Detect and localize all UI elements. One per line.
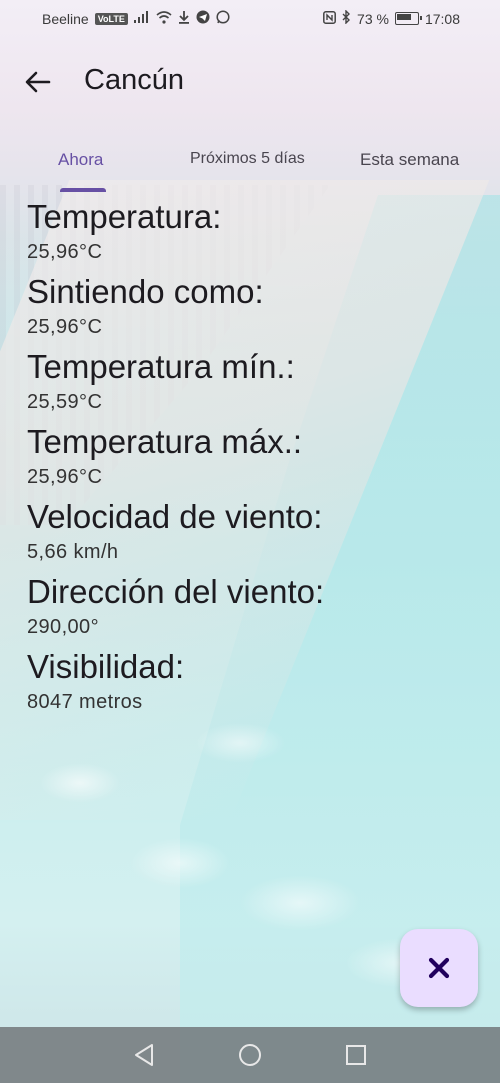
status-bar: Beeline VoLTE 73 % 17:08 [0,0,500,38]
download-icon [178,10,190,27]
nav-home-button[interactable] [236,1041,264,1069]
temp-max-label: Temperatura máx.: [27,423,303,460]
page-title: Cancún [84,64,184,96]
signal-icon [133,11,150,26]
clock: 17:08 [424,10,460,27]
tab-esta-semana[interactable]: Esta semana [360,150,459,170]
temp-max-row: Temperatura máx.: 25,96°C [27,421,487,496]
close-fab-button[interactable] [400,929,478,1007]
bluetooth-icon [342,9,351,27]
battery-icon [394,12,422,25]
feels-like-value: 25,96°C [27,316,103,338]
system-nav-bar [0,1027,500,1083]
temperature-row: Temperatura: 25,96°C [27,196,487,271]
telegram-icon [196,10,210,27]
tab-proximos-5-dias[interactable]: Próximos 5 días [190,150,305,168]
temperature-label: Temperatura: [27,198,222,235]
circle-home-icon [239,1044,261,1066]
wind-speed-label: Velocidad de viento: [27,498,323,535]
triangle-back-icon [135,1044,153,1066]
close-icon [428,957,450,979]
nav-recents-button[interactable] [342,1041,370,1069]
visibility-label: Visibilidad: [27,648,185,685]
nav-back-button[interactable] [130,1041,158,1069]
top-app-bar: Cancún [0,50,500,116]
wind-speed-value: 5,66 km/h [27,541,119,563]
tab-indicator [60,188,106,192]
volte-badge: VoLTE [94,12,128,25]
temp-max-value: 25,96°C [27,466,103,488]
visibility-row: Visibilidad: 8047 metros [27,646,487,721]
temp-min-label: Temperatura mín.: [27,348,295,385]
arrow-back-icon [25,71,51,93]
battery-percent: 73 % [357,10,389,27]
nfc-icon [323,10,336,27]
visibility-value: 8047 metros [27,691,143,713]
square-recents-icon [346,1045,366,1065]
wind-direction-row: Dirección del viento: 290,00° [27,571,487,646]
temperature-value: 25,96°C [27,241,103,263]
tab-ahora[interactable]: Ahora [58,150,103,170]
wind-direction-label: Dirección del viento: [27,573,325,610]
feels-like-row: Sintiendo como: 25,96°C [27,271,487,346]
temp-min-value: 25,59°C [27,391,103,413]
carrier-name: Beeline [42,10,89,27]
wind-speed-row: Velocidad de viento: 5,66 km/h [27,496,487,571]
temp-min-row: Temperatura mín.: 25,59°C [27,346,487,421]
weather-details: Temperatura: 25,96°C Sintiendo como: 25,… [27,196,487,721]
feels-like-label: Sintiendo como: [27,273,264,310]
back-button[interactable] [18,62,58,102]
tab-row: Ahora Próximos 5 días Esta semana [0,140,500,194]
wind-direction-value: 290,00° [27,616,99,638]
whatsapp-icon [216,10,230,27]
wifi-icon [156,10,172,27]
